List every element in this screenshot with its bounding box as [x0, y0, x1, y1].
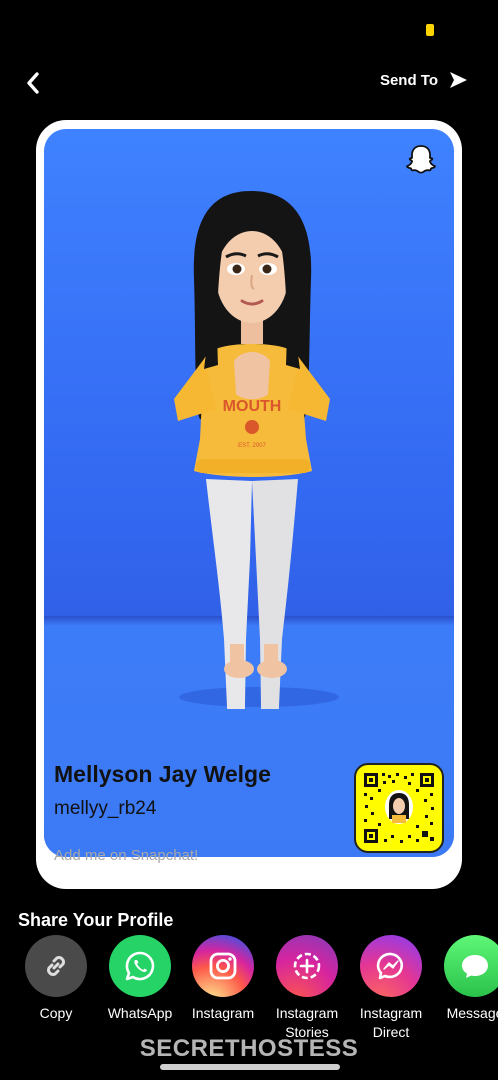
share-instagram[interactable]: Instagram [181, 935, 265, 1023]
share-instagram-direct[interactable]: Instagram Direct [349, 935, 433, 1042]
whatsapp-icon [125, 951, 155, 981]
back-button[interactable] [18, 68, 48, 98]
share-instagram-stories[interactable]: Instagram Stories [265, 935, 349, 1042]
share-label: WhatsApp [107, 1005, 173, 1021]
profile-card: MOUTH EST. 2007 Mellyson Jay Welge melly… [36, 120, 462, 889]
chevron-left-icon [27, 72, 39, 94]
bitmoji-avatar: MOUTH EST. 2007 [174, 191, 339, 709]
snapcode-qr[interactable] [354, 763, 444, 853]
add-me-text: Add me on Snapchat! [54, 847, 199, 864]
instagram-direct-icon [376, 952, 403, 980]
instagram-stories-icon [293, 952, 321, 980]
share-copy[interactable]: Copy [14, 935, 98, 1023]
share-whatsapp[interactable]: WhatsApp [98, 935, 182, 1023]
instagram-icon [209, 952, 237, 980]
home-indicator[interactable] [160, 1064, 340, 1070]
share-options: Copy WhatsApp Instagram Instagram Storie… [0, 935, 498, 1045]
share-label: Message [446, 1005, 498, 1021]
svg-text:EST. 2007: EST. 2007 [238, 443, 266, 449]
send-to-button[interactable]: Send To [380, 70, 468, 90]
message-icon [462, 955, 488, 978]
avatar-background: MOUTH EST. 2007 [44, 129, 454, 857]
share-label: Copy [39, 1005, 73, 1021]
link-icon [47, 956, 65, 976]
send-to-label: Send To [379, 71, 438, 89]
share-message[interactable]: Message [433, 935, 498, 1023]
snapchat-ghost-icon[interactable] [404, 143, 438, 177]
svg-text:MOUTH: MOUTH [223, 398, 282, 415]
status-indicator [426, 24, 434, 36]
watermark: SECRETHOSTESS [139, 1035, 359, 1062]
display-name: Mellyson Jay Welge [54, 761, 271, 787]
username: mellyy_rb24 [54, 798, 157, 819]
top-bar: Send To [0, 60, 498, 104]
qr-code-icon [364, 773, 434, 843]
send-arrow-icon [450, 72, 467, 88]
share-label: Instagram [191, 1005, 255, 1021]
share-title: Share Your Profile [18, 910, 174, 930]
